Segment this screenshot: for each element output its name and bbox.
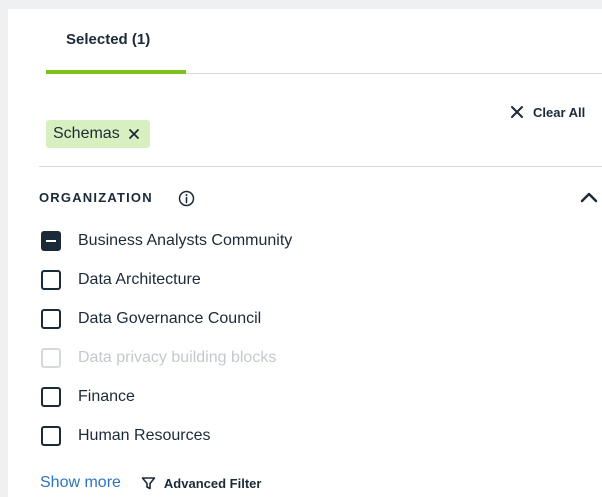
checkbox-disabled [41, 348, 61, 368]
option-data-governance-council[interactable]: Data Governance Council [41, 307, 361, 331]
funnel-icon [141, 476, 156, 489]
clear-all-button[interactable]: Clear All [510, 102, 585, 122]
tab-active-indicator [46, 70, 186, 74]
section-divider [39, 166, 602, 167]
info-icon[interactable] [178, 190, 195, 207]
option-label: Human Resources [78, 427, 211, 444]
option-human-resources[interactable]: Human Resources [41, 424, 361, 448]
show-more-link[interactable]: Show more [40, 474, 121, 492]
checkbox[interactable] [41, 309, 61, 329]
filter-chip-schemas: Schemas [46, 120, 150, 148]
close-icon[interactable] [128, 128, 140, 140]
option-label: Data Architecture [78, 271, 201, 288]
option-data-architecture[interactable]: Data Architecture [41, 268, 361, 292]
advanced-filter-label: Advanced Filter [163, 475, 262, 491]
checkbox[interactable] [41, 270, 61, 290]
chevron-up-icon[interactable] [579, 190, 599, 204]
section-title: ORGANIZATION [39, 190, 153, 205]
checkbox-indeterminate[interactable] [41, 231, 61, 251]
organization-section-header: ORGANIZATION [39, 188, 602, 210]
option-label: Data privacy building blocks [78, 349, 277, 366]
clear-all-label: Clear All [533, 104, 586, 120]
tab-strip: Selected (1) [46, 9, 602, 74]
filter-chip-label: Schemas [53, 125, 120, 142]
section-footer: Show more Advanced Filter [40, 472, 261, 494]
option-label: Finance [78, 388, 135, 405]
close-icon [511, 106, 523, 118]
advanced-filter-button[interactable]: Advanced Filter [141, 475, 262, 491]
filter-panel: Selected (1) Clear All Schemas ORGANIZAT… [8, 9, 602, 497]
option-finance[interactable]: Finance [41, 385, 361, 409]
tab-selected[interactable]: Selected (1) [46, 9, 186, 74]
checkbox[interactable] [41, 387, 61, 407]
checkbox[interactable] [41, 426, 61, 446]
option-data-privacy-building-blocks: Data privacy building blocks [41, 346, 361, 370]
option-label: Data Governance Council [78, 310, 262, 327]
option-business-analysts-community[interactable]: Business Analysts Community [41, 229, 361, 253]
tab-selected-label: Selected (1) [66, 31, 151, 48]
option-label: Business Analysts Community [78, 232, 293, 249]
